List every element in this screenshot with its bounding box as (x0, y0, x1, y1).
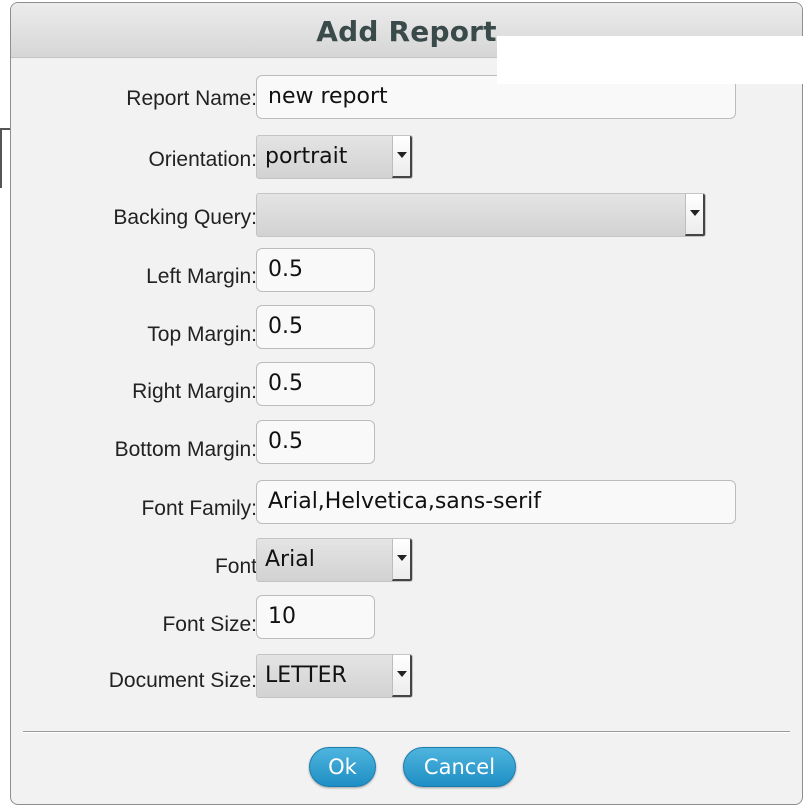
top-margin-input[interactable]: 0.5 (256, 305, 375, 349)
document-size-label: Document Size: (108, 669, 257, 692)
font-label: Font (214, 555, 257, 578)
white-overlay-block (497, 36, 805, 84)
footer-divider (23, 731, 790, 733)
ok-button[interactable]: Ok (309, 747, 376, 787)
font-family-input[interactable]: Arial,Helvetica,sans-serif (256, 480, 736, 524)
document-size-select[interactable]: LETTER (256, 654, 413, 698)
backing-query-label: Backing Query: (113, 206, 257, 229)
right-margin-label: Right Margin: (132, 380, 257, 403)
cancel-button[interactable]: Cancel (403, 747, 516, 787)
chevron-down-icon[interactable] (392, 539, 412, 581)
add-report-dialog: Add Report Report Name: new report Orien… (10, 2, 803, 805)
bottom-margin-label: Bottom Margin: (114, 438, 257, 461)
chevron-down-icon[interactable] (685, 194, 705, 236)
font-select[interactable]: Arial (256, 538, 413, 582)
font-value: Arial (265, 547, 315, 572)
backing-query-select[interactable] (256, 193, 706, 237)
orientation-label: Orientation: (148, 148, 257, 171)
background-edge-vertical (0, 128, 2, 188)
font-size-input[interactable]: 10 (256, 595, 375, 639)
font-size-label: Font Size: (162, 613, 257, 636)
left-margin-input[interactable]: 0.5 (256, 248, 375, 292)
right-margin-input[interactable]: 0.5 (256, 362, 375, 406)
top-margin-label: Top Margin: (147, 323, 257, 346)
chevron-down-icon[interactable] (392, 136, 412, 178)
orientation-select[interactable]: portrait (256, 135, 413, 179)
document-size-value: LETTER (265, 663, 347, 688)
orientation-value: portrait (265, 144, 348, 169)
chevron-down-icon[interactable] (392, 655, 412, 697)
report-name-label: Report Name: (126, 87, 257, 110)
bottom-margin-input[interactable]: 0.5 (256, 420, 375, 464)
font-family-label: Font Family: (141, 497, 257, 520)
left-margin-label: Left Margin: (146, 265, 257, 288)
